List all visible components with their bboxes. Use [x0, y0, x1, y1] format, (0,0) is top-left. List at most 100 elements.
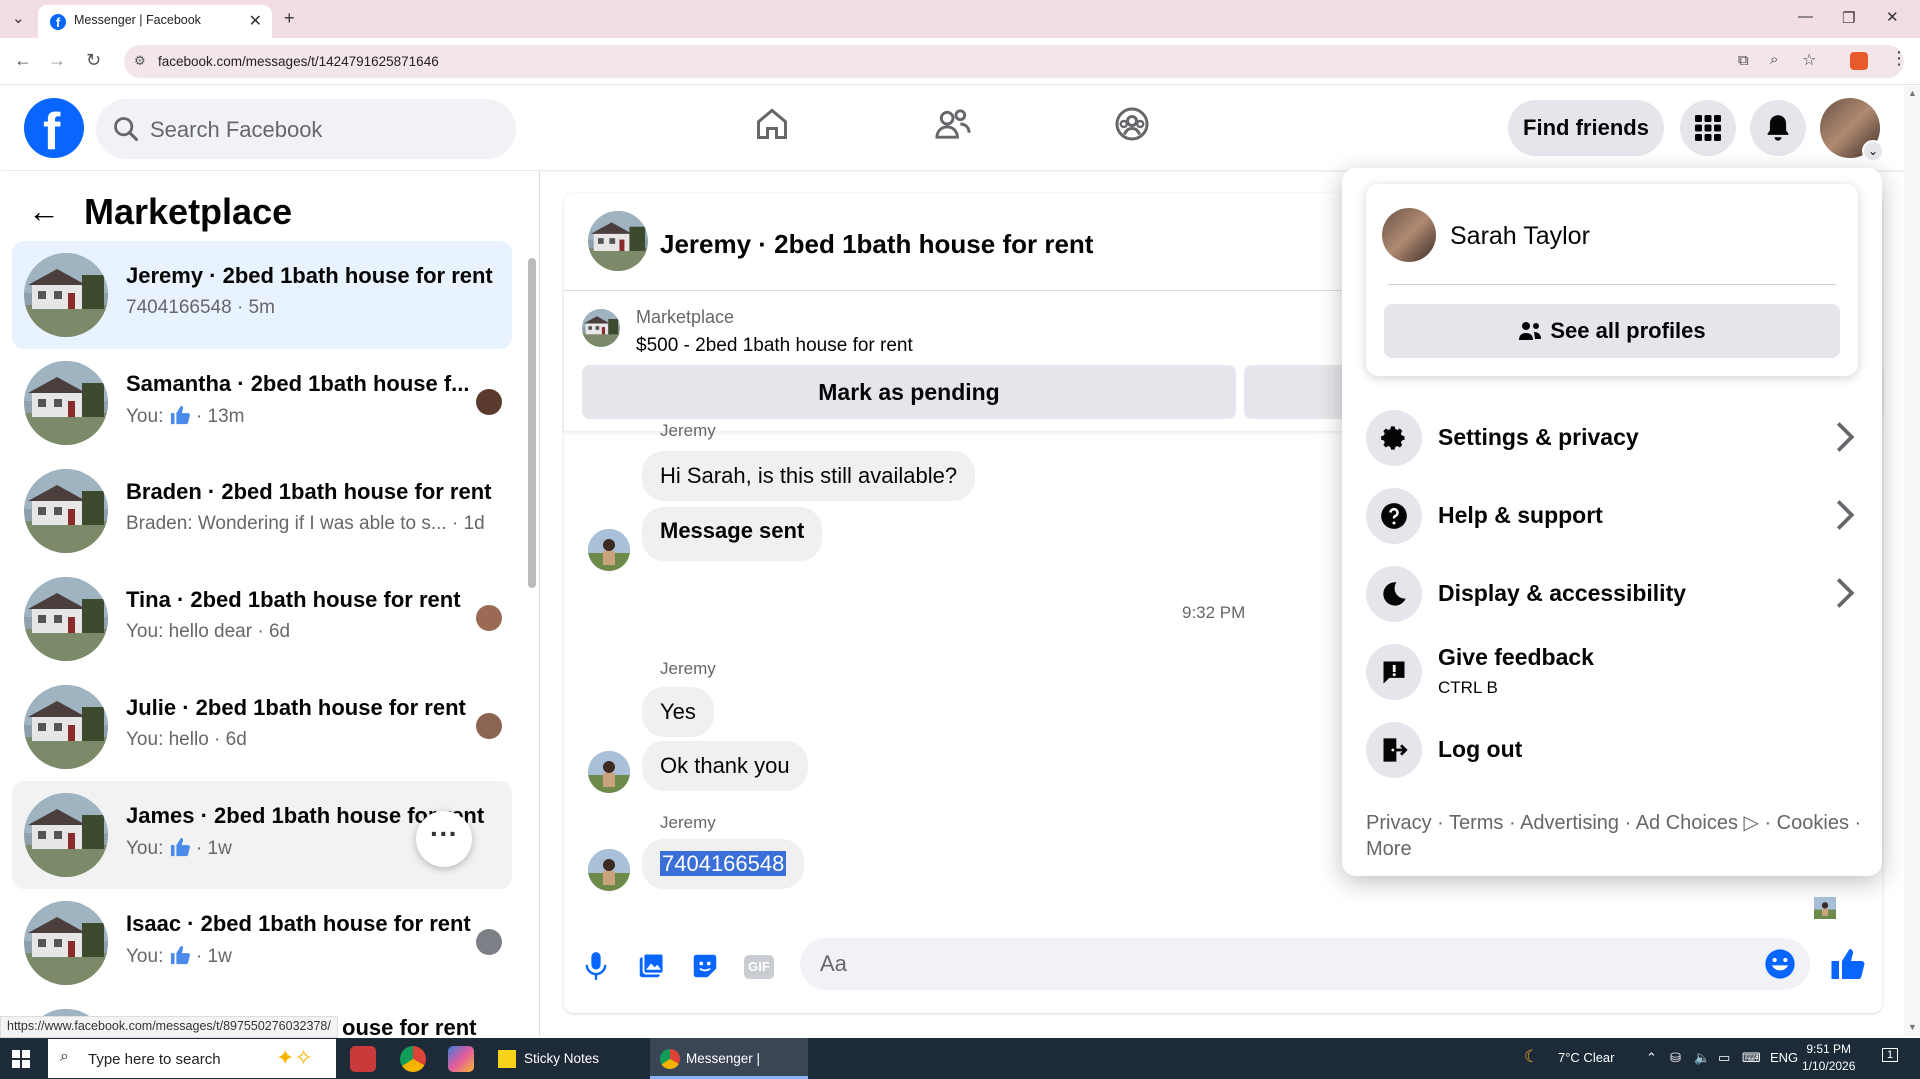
- taskbar-search-input[interactable]: ⌕ Type here to search ✦✧: [48, 1039, 336, 1078]
- house-photo-icon: [24, 469, 108, 553]
- photo-icon[interactable]: [636, 951, 666, 981]
- listing-avatar[interactable]: [588, 211, 648, 271]
- emoji-icon[interactable]: [1764, 948, 1796, 980]
- weather-text[interactable]: 7°C Clear: [1558, 1050, 1615, 1065]
- facebook-logo-icon[interactable]: f: [24, 98, 84, 161]
- message-input[interactable]: Aa: [800, 938, 1810, 990]
- conversation-item[interactable]: Jeremy · 2bed 1bath house for rent 74041…: [12, 241, 512, 349]
- extension-icon[interactable]: [1850, 52, 1868, 70]
- tab-search-icon[interactable]: ⌄: [12, 9, 25, 27]
- sender-avatar[interactable]: [588, 849, 630, 891]
- log-out-item[interactable]: Log out: [1366, 716, 1858, 784]
- conversation-item[interactable]: Samantha · 2bed 1bath house f... You: · …: [12, 349, 512, 457]
- tray-app-icon[interactable]: ⛁: [1670, 1050, 1681, 1066]
- conversation-item[interactable]: Braden · 2bed 1bath house for rent Brade…: [12, 457, 512, 565]
- copilot-sparkle-icon[interactable]: ✦✧: [276, 1045, 313, 1071]
- notification-count-badge[interactable]: 1: [1882, 1048, 1899, 1062]
- sidebar-scrollbar[interactable]: [528, 258, 536, 588]
- scroll-down-icon[interactable]: ▼: [1908, 1022, 1917, 1032]
- omnibox[interactable]: ⚙ facebook.com/messages/t/14247916258716…: [124, 45, 1904, 78]
- chrome-menu-icon[interactable]: ⋮: [1890, 48, 1908, 69]
- display-accessibility-item[interactable]: Display & accessibility: [1366, 560, 1858, 628]
- install-app-icon[interactable]: ⧉: [1738, 52, 1749, 69]
- message-bubble[interactable]: Hi Sarah, is this still available?: [642, 451, 976, 501]
- conversation-item[interactable]: Tina · 2bed 1bath house for rent You: he…: [12, 565, 512, 673]
- conversation-item[interactable]: Isaac · 2bed 1bath house for rent You: ·…: [12, 889, 512, 997]
- minimize-icon[interactable]: —: [1798, 8, 1813, 25]
- microphone-icon[interactable]: [584, 951, 608, 981]
- message-bubble[interactable]: Ok thank you: [642, 741, 808, 791]
- browser-tab[interactable]: f Messenger | Facebook ✕: [38, 5, 272, 38]
- house-photo-icon: [24, 253, 108, 337]
- language-indicator[interactable]: ENG: [1770, 1050, 1798, 1065]
- windows-start-icon[interactable]: [12, 1050, 30, 1068]
- url-text[interactable]: facebook.com/messages/t/1424791625871646: [158, 54, 439, 69]
- like-send-icon[interactable]: [1830, 947, 1866, 981]
- mark-as-pending-button[interactable]: Mark as pending: [582, 365, 1236, 419]
- message-bubble[interactable]: Message sent: [642, 507, 823, 561]
- listing-title[interactable]: $500 - 2bed 1bath house for rent: [636, 335, 913, 357]
- forward-icon[interactable]: →: [48, 50, 66, 71]
- new-tab-icon[interactable]: +: [284, 8, 295, 29]
- profile-avatar[interactable]: [1382, 208, 1436, 262]
- search-facebook-input[interactable]: Search Facebook: [96, 99, 516, 159]
- menu-footer-links[interactable]: Privacy · Terms · Advertising · Ad Choic…: [1366, 810, 1866, 862]
- sender-avatar[interactable]: [588, 751, 630, 793]
- tray-chevron-icon[interactable]: ⌃: [1646, 1050, 1657, 1066]
- help-support-item[interactable]: Help & support: [1366, 482, 1858, 550]
- sender-avatar[interactable]: [588, 529, 630, 571]
- conversation-item[interactable]: Julie · 2bed 1bath house for rent You: h…: [12, 673, 512, 781]
- facebook-header: f Search Facebook Find friends ⌄: [0, 86, 1905, 170]
- selected-phone-text[interactable]: 7404166548: [660, 851, 787, 876]
- message-bubble[interactable]: Yes: [642, 687, 714, 737]
- close-tab-icon[interactable]: ✕: [249, 11, 262, 31]
- back-icon[interactable]: ←: [14, 50, 32, 71]
- house-photo-icon: [24, 901, 108, 985]
- find-friends-button[interactable]: Find friends: [1508, 100, 1664, 156]
- listing-thumbnail[interactable]: [582, 309, 620, 347]
- give-feedback-item[interactable]: Give feedback CTRL B: [1366, 638, 1858, 706]
- conversation-name: ouse for rent: [342, 1015, 477, 1036]
- site-info-icon[interactable]: ⚙: [134, 53, 146, 69]
- listing-source: Marketplace: [636, 307, 735, 327]
- reload-icon[interactable]: ↻: [86, 50, 101, 71]
- see-all-profiles-button[interactable]: See all profiles: [1384, 304, 1840, 358]
- restore-icon[interactable]: ❐: [1842, 9, 1855, 27]
- volume-icon[interactable]: 🔈: [1694, 1050, 1710, 1066]
- house-photo-icon: [24, 361, 108, 445]
- sticker-icon[interactable]: [690, 951, 720, 981]
- gif-icon[interactable]: GIF: [744, 955, 774, 979]
- scroll-up-icon[interactable]: ▲: [1908, 88, 1917, 98]
- groups-icon[interactable]: [1114, 106, 1150, 142]
- profile-name[interactable]: Sarah Taylor: [1450, 222, 1590, 251]
- zoom-icon[interactable]: ⌕: [1770, 51, 1778, 68]
- copilot-icon[interactable]: [448, 1046, 474, 1072]
- chrome-icon[interactable]: [400, 1046, 426, 1072]
- more-options-button[interactable]: ···: [416, 811, 472, 867]
- chevron-down-icon: ⌄: [1862, 140, 1884, 162]
- sticky-notes-taskbar-item[interactable]: Sticky Notes: [486, 1038, 644, 1079]
- close-window-icon[interactable]: ✕: [1886, 8, 1899, 26]
- chat-title[interactable]: Jeremy · 2bed 1bath house for rent: [660, 229, 1093, 260]
- app-icon[interactable]: [350, 1046, 376, 1072]
- weather-moon-icon[interactable]: ☾: [1524, 1047, 1539, 1067]
- messenger-taskbar-item[interactable]: Messenger | Faceb...: [650, 1038, 808, 1079]
- account-avatar-button[interactable]: ⌄: [1820, 98, 1884, 162]
- address-bar-row: ← → ↻ ⚙ facebook.com/messages/t/14247916…: [0, 38, 1920, 85]
- back-arrow-icon[interactable]: ←: [28, 193, 60, 230]
- menu-grid-button[interactable]: [1680, 100, 1736, 156]
- conversation-name: Tina · 2bed 1bath house for rent: [126, 587, 461, 612]
- bookmark-star-icon[interactable]: ☆: [1802, 50, 1816, 70]
- settings-privacy-item[interactable]: Settings & privacy: [1366, 404, 1858, 472]
- conversation-preview: You: · 1w: [126, 837, 232, 859]
- friends-icon[interactable]: [934, 106, 972, 142]
- taskbar-clock[interactable]: 9:51 PM 1/10/2026: [1802, 1041, 1855, 1075]
- home-icon[interactable]: [754, 106, 790, 142]
- message-bubble[interactable]: 7404166548: [642, 839, 805, 889]
- network-icon[interactable]: ▭: [1718, 1050, 1730, 1066]
- keyboard-icon[interactable]: ⌨: [1742, 1050, 1761, 1066]
- read-receipt-avatar: [1814, 897, 1836, 919]
- page-scrollbar[interactable]: ▲ ▼: [1904, 86, 1920, 1036]
- message-placeholder: Aa: [820, 951, 847, 976]
- notifications-button[interactable]: [1750, 100, 1806, 156]
